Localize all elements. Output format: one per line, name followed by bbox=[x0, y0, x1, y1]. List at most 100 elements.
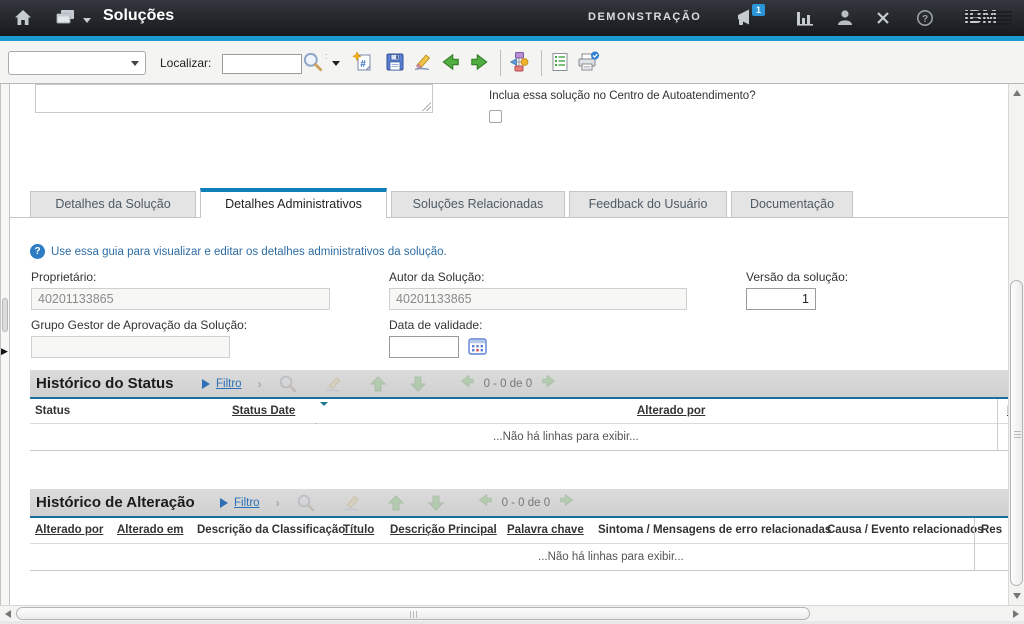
svg-text:#: # bbox=[360, 59, 366, 70]
search-input[interactable] bbox=[222, 54, 302, 74]
autor-da-solucao-field[interactable] bbox=[389, 288, 687, 310]
change-history-section: Histórico de Alteração Filtro › bbox=[30, 489, 1008, 571]
close-icon[interactable] bbox=[875, 10, 891, 31]
info-icon: ? bbox=[30, 244, 45, 259]
notification-badge: 1 bbox=[752, 4, 765, 16]
filter-chevron-icon[interactable]: › bbox=[276, 496, 280, 510]
column-header-titulo[interactable]: Título bbox=[343, 518, 374, 543]
reports-icon[interactable] bbox=[549, 51, 571, 73]
panel-expand-arrow-icon[interactable]: ▶ bbox=[1, 346, 8, 357]
self-service-question-label: Inclua essa solução no Centro de Autoate… bbox=[489, 90, 756, 102]
tab-detalhes-da-solucao[interactable]: Detalhes da Solução bbox=[30, 191, 196, 217]
status-history-section: Histórico do Status Filtro › bbox=[30, 370, 1008, 451]
previous-record-icon[interactable] bbox=[439, 51, 461, 73]
column-header-alterado-em[interactable]: Alterado em bbox=[117, 518, 183, 543]
chevron-down-icon bbox=[131, 61, 139, 66]
table-controls: Filtro › 0 - 0 de 0 bbox=[220, 489, 576, 516]
move-down-icon bbox=[408, 374, 428, 394]
filter-chevron-icon[interactable]: › bbox=[258, 377, 262, 391]
print-icon[interactable] bbox=[576, 51, 598, 73]
column-divider bbox=[974, 544, 975, 571]
filter-expand-icon[interactable] bbox=[220, 498, 228, 508]
sort-icon[interactable] bbox=[312, 406, 328, 424]
column-header-descricao-principal[interactable]: Descrição Principal bbox=[390, 518, 497, 543]
save-icon[interactable] bbox=[384, 51, 406, 73]
grupo-gestor-field[interactable] bbox=[31, 336, 230, 358]
side-panel-handle[interactable] bbox=[2, 298, 8, 332]
scroll-left-arrow-icon[interactable] bbox=[5, 610, 11, 618]
environment-label: DEMONSTRAÇÃO bbox=[588, 11, 701, 23]
clear-icon[interactable] bbox=[411, 51, 433, 73]
calendar-icon[interactable] bbox=[468, 336, 487, 360]
column-header-alterado-por[interactable]: Alterado por bbox=[637, 399, 705, 424]
proprietario-field[interactable] bbox=[31, 288, 330, 310]
column-header-alterado-por[interactable]: Alterado por bbox=[35, 518, 103, 543]
change-history-empty-row: ...Não há linhas para exibir... bbox=[30, 544, 1008, 571]
status-history-header-row: Status Status Date Alterado por M bbox=[30, 399, 1008, 424]
data-de-validade-field[interactable] bbox=[389, 336, 459, 358]
autor-da-solucao-label: Autor da Solução: bbox=[389, 270, 484, 284]
empty-table-message: ...Não há linhas para exibir... bbox=[493, 424, 639, 451]
vertical-scrollbar[interactable] bbox=[1008, 84, 1024, 605]
table-search-icon bbox=[296, 493, 316, 513]
workflow-icon[interactable] bbox=[508, 51, 530, 73]
tab-feedback-do-usuario[interactable]: Feedback do Usuário bbox=[569, 191, 727, 217]
column-divider bbox=[997, 399, 998, 424]
record-select[interactable] bbox=[8, 51, 146, 75]
search-icon[interactable] bbox=[302, 51, 324, 73]
app-switcher-icon[interactable] bbox=[55, 8, 91, 26]
move-up-icon bbox=[368, 374, 388, 394]
change-history-titlebar: Histórico de Alteração Filtro › bbox=[30, 489, 1008, 516]
chart-icon[interactable] bbox=[795, 10, 815, 32]
search-menu-caret[interactable] bbox=[332, 61, 340, 66]
textarea-resize-grip[interactable] bbox=[421, 101, 431, 111]
self-service-checkbox[interactable] bbox=[489, 110, 502, 123]
localizar-label: Localizar: bbox=[160, 56, 211, 70]
description-textarea[interactable] bbox=[35, 84, 433, 113]
move-down-icon bbox=[426, 493, 446, 513]
table-edit-icon bbox=[323, 374, 343, 394]
vertical-scrollbar-thumb[interactable] bbox=[1010, 280, 1023, 586]
filter-link[interactable]: Filtro bbox=[234, 497, 260, 509]
next-record-icon[interactable] bbox=[468, 51, 490, 73]
prev-page-icon bbox=[458, 372, 476, 395]
scroll-up-arrow-icon[interactable] bbox=[1013, 90, 1021, 96]
tab-label: Detalhes Administrativos bbox=[225, 197, 362, 211]
column-header-status-date[interactable]: Status Date bbox=[232, 399, 295, 424]
column-divider bbox=[997, 424, 998, 451]
info-message: Use essa guia para visualizar e editar o… bbox=[51, 246, 447, 258]
column-header-sintoma: Sintoma / Mensagens de erro relacionadas bbox=[598, 518, 831, 543]
filter-expand-icon[interactable] bbox=[202, 379, 210, 389]
status-history-titlebar: Histórico do Status Filtro › bbox=[30, 370, 1008, 397]
new-record-icon[interactable]: # bbox=[352, 51, 374, 73]
tab-detalhes-administrativos[interactable]: Detalhes Administrativos bbox=[200, 188, 387, 218]
tab-label: Detalhes da Solução bbox=[55, 197, 170, 211]
filter-link[interactable]: Filtro bbox=[216, 378, 242, 390]
chevron-down-icon bbox=[83, 18, 91, 23]
grupo-gestor-label: Grupo Gestor de Aprovação da Solução: bbox=[31, 318, 247, 332]
person-icon[interactable] bbox=[836, 9, 854, 32]
collapsed-side-panel[interactable]: ▶ bbox=[0, 84, 10, 605]
next-page-icon bbox=[558, 491, 576, 514]
horizontal-scrollbar[interactable] bbox=[0, 605, 1024, 621]
section-title: Histórico de Alteração bbox=[36, 489, 195, 516]
versao-da-solucao-field[interactable] bbox=[746, 288, 816, 310]
home-icon[interactable] bbox=[13, 8, 33, 33]
column-header-causa: Causa / Evento relacionados bbox=[827, 518, 984, 543]
top-navigation-bar: Soluções DEMONSTRAÇÃO 1 ? bbox=[0, 0, 1024, 36]
toolbar-separator bbox=[500, 50, 501, 76]
tab-solucoes-relacionadas[interactable]: Soluções Relacionadas bbox=[391, 191, 565, 217]
horizontal-scrollbar-thumb[interactable] bbox=[16, 607, 810, 620]
move-up-icon bbox=[386, 493, 406, 513]
tabs-divider bbox=[10, 217, 1008, 218]
proprietario-label: Proprietário: bbox=[31, 270, 96, 284]
change-history-header-row: Alterado por Alterado em Descrição da Cl… bbox=[30, 518, 1008, 544]
column-header-palavra-chave[interactable]: Palavra chave bbox=[507, 518, 584, 543]
table-controls: Filtro › 0 - 0 de 0 bbox=[202, 370, 558, 397]
scroll-right-arrow-icon[interactable] bbox=[1013, 610, 1019, 618]
versao-da-solucao-label: Versão da solução: bbox=[746, 270, 848, 284]
tab-label: Documentação bbox=[750, 197, 834, 211]
scroll-down-arrow-icon[interactable] bbox=[1013, 593, 1021, 599]
help-icon[interactable]: ? bbox=[916, 9, 934, 32]
tab-documentacao[interactable]: Documentação bbox=[731, 191, 853, 217]
